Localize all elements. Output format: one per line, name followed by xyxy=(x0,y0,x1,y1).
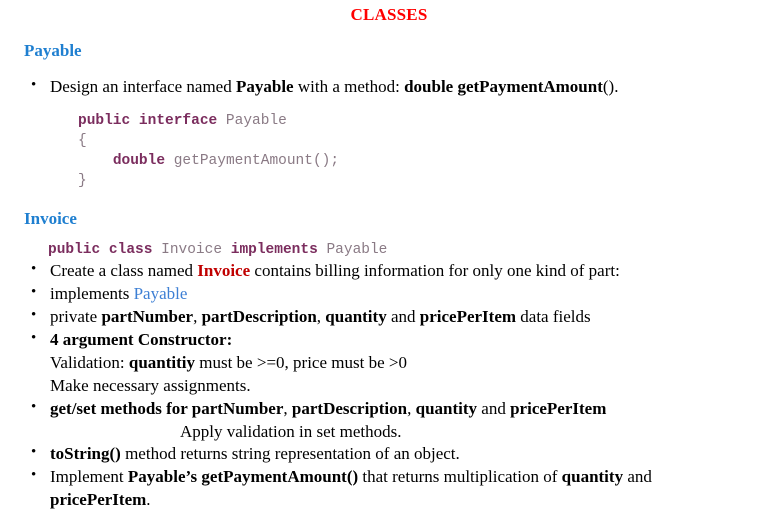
bullet-text-segment: . xyxy=(146,490,151,510)
list-item: Implement Payable’s getPaymentAmount() t… xyxy=(0,465,778,512)
list-item: Design an interface named Payable with a… xyxy=(0,75,778,99)
field-part-description: partDescription xyxy=(291,398,408,418)
field-quantity: quantity xyxy=(561,467,624,487)
bullet-text-segment: Create a class named xyxy=(50,260,198,280)
field-quantity: quantity xyxy=(325,306,387,326)
code-block-payable-interface: public interface Payable { double getPay… xyxy=(0,111,778,191)
bullet-text-segment: with a method: xyxy=(293,76,405,96)
constructor-assignments-line: Make necessary assignments. xyxy=(50,375,251,395)
bullet-link-payable[interactable]: Payable xyxy=(134,284,188,303)
bullet-text-segment: , xyxy=(316,306,326,326)
list-item: private partNumber, partDescription, qua… xyxy=(0,305,778,329)
section-heading-payable: Payable xyxy=(24,41,82,61)
field-price-per-item: pricePerItem xyxy=(510,398,607,418)
bullet-text-segment: method returns string representation of … xyxy=(120,444,460,464)
bullet-text-segment: data fields xyxy=(516,306,591,326)
constructor-label: 4 argument Constructor: xyxy=(50,329,233,349)
field-price-per-item: pricePerItem xyxy=(50,490,147,510)
code-identifier: Payable xyxy=(317,242,388,259)
bullet-text-segment: , xyxy=(283,398,292,418)
list-item: 4 argument Constructor: Validation: quan… xyxy=(0,328,778,398)
list-item: toString() method returns string represe… xyxy=(0,442,778,466)
bullet-text-segment: that returns multiplication of xyxy=(358,467,562,487)
bullet-text-segment: , xyxy=(193,306,202,326)
field-part-number: partNumber xyxy=(101,306,194,326)
bullet-text-segment: Validation: xyxy=(50,352,129,372)
bullet-text-segment: Design an interface named xyxy=(50,76,236,96)
code-keyword: implements xyxy=(230,242,318,259)
code-keyword: double xyxy=(112,152,166,169)
bullet-text-segment: and xyxy=(623,467,652,487)
bullet-text-segment: and xyxy=(386,306,420,326)
bullet-text-segment: Implement xyxy=(50,467,128,487)
code-keyword: public class xyxy=(48,242,153,259)
code-brace-close: } xyxy=(78,172,87,189)
bullet-text-segment: contains billing information for only on… xyxy=(250,260,620,280)
payable-bullet-list: Design an interface named Payable with a… xyxy=(0,75,778,99)
code-brace-open: { xyxy=(78,132,87,149)
field-price-per-item: pricePerItem xyxy=(419,306,517,326)
bullet-text-segment: implements xyxy=(50,283,134,303)
invoice-bullet-list: Create a class named Invoice contains bi… xyxy=(0,259,778,512)
bullet-text-segment: private xyxy=(50,306,102,326)
constructor-validation-line: Validation: quantitiy must be >=0, price… xyxy=(50,352,754,375)
code-method-declaration: getPaymentAmount(); xyxy=(165,152,340,169)
list-item: implements Payable xyxy=(0,282,778,306)
code-identifier: Invoice xyxy=(152,242,231,259)
method-get-payment-amount: Payable’s getPaymentAmount() xyxy=(127,467,359,487)
bullet-bold-payable: Payable xyxy=(235,76,294,96)
bullet-text-segment: (). xyxy=(602,76,619,96)
field-part-description: partDescription xyxy=(201,306,317,326)
field-quantitiy: quantitiy xyxy=(128,352,195,372)
code-keyword: public interface xyxy=(78,112,218,129)
bullet-text-segment: must be >=0, price must be >0 xyxy=(195,352,407,372)
document-page: CLASSES Payable Design an interface name… xyxy=(0,5,778,531)
page-title: CLASSES xyxy=(350,5,428,24)
list-item: Create a class named Invoice contains bi… xyxy=(0,259,778,283)
method-to-string: toString() xyxy=(50,444,121,464)
bullet-text-segment: and xyxy=(477,398,511,418)
code-block-invoice-class: public class Invoice implements Payable xyxy=(0,241,778,260)
bullet-bold-method-signature: double getPaymentAmount xyxy=(404,76,603,96)
apply-validation-line: Apply validation in set methods. xyxy=(180,421,402,441)
bullet-text-segment: , xyxy=(407,398,416,418)
field-quantity: quantity xyxy=(415,398,478,418)
list-item: get/set methods for partNumber, partDesc… xyxy=(0,397,778,444)
getset-methods-label: get/set methods for partNumber xyxy=(50,398,284,418)
bullet-red-invoice: Invoice xyxy=(197,260,251,280)
code-identifier: Payable xyxy=(217,112,287,129)
section-heading-invoice: Invoice xyxy=(24,208,77,228)
